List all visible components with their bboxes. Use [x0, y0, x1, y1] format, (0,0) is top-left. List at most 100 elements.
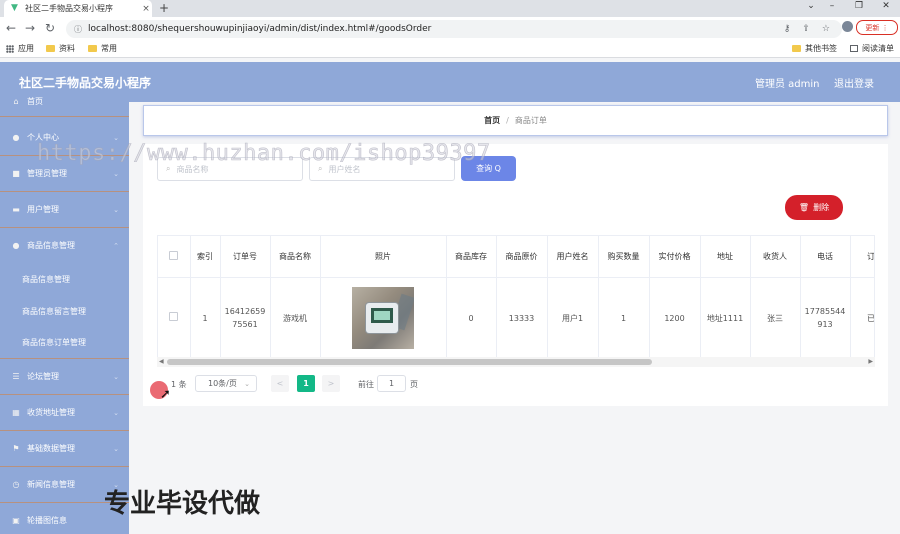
bookmark-star-icon[interactable]: ☆ — [822, 24, 830, 34]
scroll-left-icon[interactable]: ◀ — [159, 358, 164, 365]
sidebar-item-label: 新闻信息管理 — [27, 480, 75, 489]
bookmark-apps-label: 应用 — [18, 44, 34, 53]
sidebar-item-label: 用户管理 — [27, 205, 59, 214]
app-title: 社区二手物品交易小程序 — [19, 76, 152, 90]
sidebar-divider — [0, 116, 129, 117]
orders-table: 索引 订单号 商品名称 照片 商品库存 商品原价 用户姓名 购买数量 实付价格 … — [157, 235, 875, 367]
page-size-value: 10条/页 — [208, 379, 237, 388]
table-row[interactable]: 1 1641265975561 游戏机 0 13333 用户1 1 1200 地… — [158, 277, 874, 359]
breadcrumb-current: 商品订单 — [514, 116, 547, 125]
sidebar-subitem-goods-orders[interactable]: 商品信息订单管理 — [0, 337, 129, 348]
goto-page-input[interactable] — [377, 375, 406, 392]
sidebar-subitem-goods-info[interactable]: 商品信息管理 — [0, 274, 129, 285]
cell-index: 1 — [190, 277, 221, 359]
table-horizontal-scrollbar[interactable]: ◀ ▶ — [157, 357, 875, 367]
sidebar-item-label: 论坛管理 — [27, 372, 59, 381]
page-size-select[interactable]: 10条/页 ⌄ — [195, 375, 257, 392]
pagination: 1 条 10条/页 ⌄ < 1 > 前往 页 — [157, 375, 557, 393]
sidebar-item-home[interactable]: ⌂ 首页 — [0, 96, 129, 107]
chevron-down-icon: ⌄ — [113, 372, 119, 381]
cell-order-no: 1641265975561 — [220, 277, 271, 359]
cell-goods-name: 游戏机 — [270, 277, 321, 359]
next-page-button[interactable]: > — [322, 375, 340, 392]
profile-avatar[interactable] — [842, 21, 853, 32]
tab-search-icon[interactable]: ⌄ — [801, 1, 821, 11]
scroll-right-icon[interactable]: ▶ — [868, 358, 873, 365]
folder-icon — [46, 45, 55, 52]
close-tab-icon[interactable]: × — [140, 4, 152, 14]
sidebar-item-user-manage[interactable]: ▬ 用户管理 ⌄ — [0, 204, 129, 215]
chevron-down-icon: ⌄ — [244, 379, 250, 388]
share-icon[interactable]: ⇪ — [802, 24, 810, 34]
site-info-icon[interactable]: ⓘ — [74, 24, 82, 35]
total-count: 1 条 — [171, 380, 187, 389]
briefcase-icon: ■ — [12, 169, 20, 178]
cell-photo — [320, 277, 447, 359]
watermark: https://www.huzhan.com/ishop39397 — [37, 141, 491, 167]
sidebar-item-address-manage[interactable]: ▦ 收货地址管理 ⌄ — [0, 407, 129, 418]
bookmark-apps[interactable]: 应用 — [6, 43, 34, 54]
column-header: 收货人 — [750, 236, 801, 278]
bookmark-folder-2[interactable]: 常用 — [88, 43, 117, 54]
sidebar-item-basic-data[interactable]: ⚑ 基础数据管理 ⌄ — [0, 443, 129, 454]
table-header-row: 索引 订单号 商品名称 照片 商品库存 商品原价 用户姓名 购买数量 实付价格 … — [158, 236, 874, 278]
sidebar-item-label: 首页 — [27, 97, 43, 106]
reload-icon[interactable]: ↻ — [45, 21, 55, 35]
forward-icon[interactable]: → — [25, 21, 35, 35]
column-header: 订单 — [850, 236, 874, 278]
sidebar-item-label: 商品信息管理 — [27, 241, 75, 250]
bookmark-folder-1[interactable]: 资料 — [46, 43, 75, 54]
photo-screen-glow — [374, 311, 390, 320]
sidebar-item-label: 商品信息订单管理 — [22, 338, 86, 347]
minimize-icon[interactable]: – — [822, 1, 842, 11]
sidebar-item-forum-manage[interactable]: ☰ 论坛管理 ⌄ — [0, 371, 129, 382]
key-icon[interactable]: ⚷ — [784, 24, 791, 34]
logout-link[interactable]: 退出登录 — [834, 75, 874, 90]
column-header: 商品库存 — [446, 236, 497, 278]
promo-text: 专业毕设代做 — [104, 489, 261, 519]
column-header: 商品名称 — [270, 236, 321, 278]
sidebar-item-label: 收货地址管理 — [27, 408, 75, 417]
sidebar-item-admin-manage[interactable]: ■ 管理员管理 ⌄ — [0, 168, 129, 179]
admin-label: 管理员 admin — [755, 79, 820, 90]
cell-quantity: 1 — [598, 277, 650, 359]
trash-icon: 🗑 — [798, 203, 810, 212]
sidebar-divider — [0, 227, 129, 228]
bookmarks-bar: 应用 资料 常用 其他书签 阅读清单 — [0, 41, 900, 58]
sidebar-subitem-goods-comments[interactable]: 商品信息留言管理 — [0, 306, 129, 317]
update-button[interactable]: 更新 ⋮ — [856, 20, 898, 35]
scrollbar-thumb[interactable] — [167, 359, 652, 365]
column-header: 购买数量 — [598, 236, 650, 278]
delete-button[interactable]: 🗑 删除 — [785, 195, 843, 220]
restore-icon[interactable]: ❐ — [849, 1, 869, 11]
reading-list[interactable]: 阅读清单 — [850, 43, 894, 54]
sidebar-item-goods-manage[interactable]: ● 商品信息管理 ⌃ — [0, 240, 129, 251]
bookmark-other-label: 其他书签 — [805, 44, 837, 53]
folder-icon — [792, 45, 801, 52]
cell-phone: 17785544913 — [800, 277, 851, 359]
card-icon: ▬ — [12, 205, 20, 214]
breadcrumb-home[interactable]: 首页 — [484, 115, 500, 126]
breadcrumb: 首页 / 商品订单 — [143, 105, 888, 136]
prev-page-button[interactable]: < — [271, 375, 289, 392]
grid-icon: ▦ — [12, 408, 20, 417]
page-number-current[interactable]: 1 — [297, 375, 315, 392]
new-tab-button[interactable]: + — [159, 1, 169, 15]
sidebar-divider — [0, 191, 129, 192]
url-text: localhost:8080/shequershouwupinjiaoyi/ad… — [88, 24, 432, 34]
bookmark-other[interactable]: 其他书签 — [792, 43, 837, 54]
select-all-checkbox[interactable] — [169, 251, 179, 260]
sidebar-item-label: 管理员管理 — [27, 169, 67, 178]
sidebar-divider — [0, 466, 129, 467]
apps-grid-icon — [6, 44, 14, 53]
browser-tab[interactable]: ▼ 社区二手物品交易小程序 × — [4, 0, 152, 17]
flag-icon: ⚑ — [12, 444, 20, 453]
close-window-icon[interactable]: ✕ — [876, 1, 896, 11]
select-all-cell — [158, 236, 191, 278]
column-header: 实付价格 — [649, 236, 701, 278]
sidebar-divider — [0, 394, 129, 395]
row-checkbox[interactable] — [169, 311, 179, 321]
address-bar[interactable]: ⓘ localhost:8080/shequershouwupinjiaoyi/… — [66, 20, 842, 38]
back-icon[interactable]: ← — [6, 21, 16, 35]
browser-tab-title: 社区二手物品交易小程序 — [25, 4, 113, 13]
